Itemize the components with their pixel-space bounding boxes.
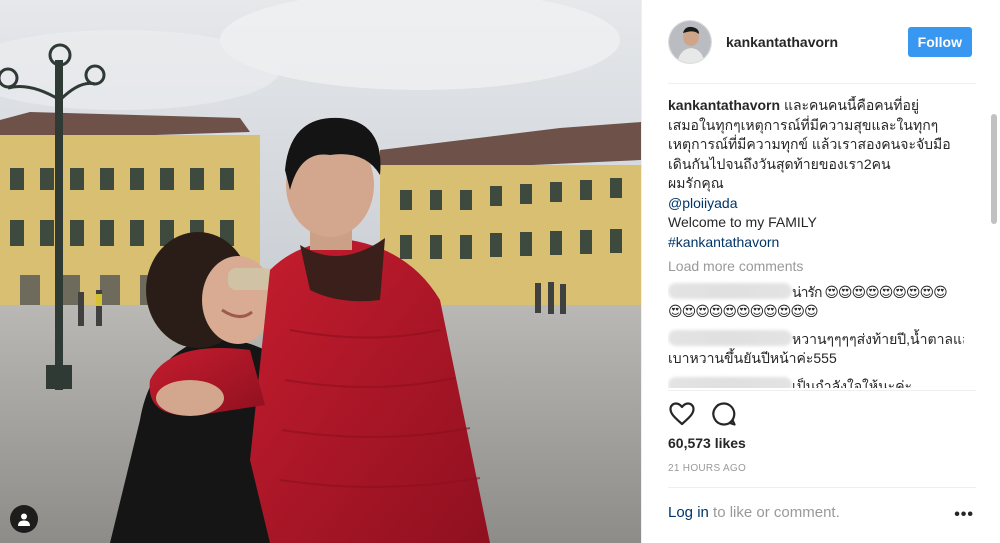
header-username[interactable]: kankantathavorn <box>726 34 908 50</box>
actions-divider <box>668 390 976 391</box>
comment-item: เป็นกำลังใจให้นะค่ะ <box>668 376 964 389</box>
caption-text-0: และคนคนนี้คือคนที่อยู่ <box>783 97 920 113</box>
comment-text-line-2: 😍😍😍😍😍😍😍😍😍😍😍 <box>668 303 819 319</box>
follow-button[interactable]: Follow <box>907 27 972 57</box>
post-actions <box>668 400 738 428</box>
caption: kankantathavorn และคนคนนี้คือคนที่อยู่ เ… <box>668 96 964 252</box>
like-button[interactable] <box>668 400 696 428</box>
user-tag-icon <box>18 513 30 526</box>
couple-photo-illustration <box>0 0 641 543</box>
login-prompt-text: to like or comment. <box>708 504 840 521</box>
blurred-commenter-name <box>668 282 792 299</box>
comment-button[interactable] <box>710 400 738 428</box>
header-divider <box>668 83 976 84</box>
post-timestamp: 21 HOURS AGO <box>668 463 747 474</box>
comments-list[interactable]: kankantathavorn และคนคนนี้คือคนที่อยู่ เ… <box>668 96 964 388</box>
caption-mention[interactable]: @ploiiyada <box>668 194 964 214</box>
caption-text-4: ผมรักคุณ <box>668 175 724 191</box>
user-tag-button[interactable] <box>10 505 38 533</box>
comment-text-line-2: เบาหวานขึ้นยันปีหน้าค่ะ555 <box>668 350 837 366</box>
comment-item: น่ารัก 😍😍😍😍😍😍😍😍😍 😍😍😍😍😍😍😍😍😍😍😍 <box>668 282 964 322</box>
scrollbar-thumb[interactable] <box>991 114 997 224</box>
comments-scrollbar[interactable] <box>990 92 998 388</box>
comment-item: หวานๆๆๆๆส่งท้ายปี,น้ำตาลและ เบาหวานขึ้นย… <box>668 329 964 369</box>
blurred-commenter-name <box>668 376 792 388</box>
caption-username[interactable]: kankantathavorn <box>668 97 780 113</box>
load-more-comments[interactable]: Load more comments <box>668 257 964 277</box>
avatar[interactable] <box>668 20 712 64</box>
caption-welcome: Welcome to my FAMILY <box>668 214 817 230</box>
comment-text-line-1: หวานๆๆๆๆส่งท้ายปี,น้ำตาลและ <box>792 330 964 347</box>
login-link[interactable]: Log in <box>668 504 709 521</box>
comment-text-line-1: เป็นกำลังใจให้นะค่ะ <box>792 377 913 389</box>
post-header: kankantathavorn Follow <box>668 16 978 68</box>
caption-text-1: เสมอในทุกๆเหตุการณ์ที่มีความสุขและในทุกๆ <box>668 116 939 133</box>
avatar-image <box>669 21 711 63</box>
more-options-icon[interactable]: ••• <box>954 506 974 524</box>
caption-text-3: เดินกันไปจนถึงวันสุดท้ายของเรา2คน <box>668 155 891 172</box>
blurred-commenter-name <box>668 329 792 346</box>
footer-divider <box>668 487 976 488</box>
caption-first-line: kankantathavorn และคนคนนี้คือคนที่อยู่ <box>668 96 964 116</box>
comment-text-line-1: น่ารัก 😍😍😍😍😍😍😍😍😍 <box>792 283 948 300</box>
login-prompt: Log in to like or comment. <box>668 504 840 521</box>
likes-count[interactable]: 60,573 likes <box>668 435 746 451</box>
caption-hashtag[interactable]: #kankantathavorn <box>668 233 964 253</box>
caption-text-2: เหตุการณ์ที่มีความทุกข์ แล้วเราสองคนจะจั… <box>668 136 951 152</box>
instagram-post: kankantathavorn Follow kankantathavorn แ… <box>0 0 1000 543</box>
comment-icon <box>712 402 736 426</box>
post-photo[interactable] <box>0 0 641 543</box>
heart-icon <box>669 402 695 426</box>
post-details-panel: kankantathavorn Follow kankantathavorn แ… <box>641 0 1000 543</box>
